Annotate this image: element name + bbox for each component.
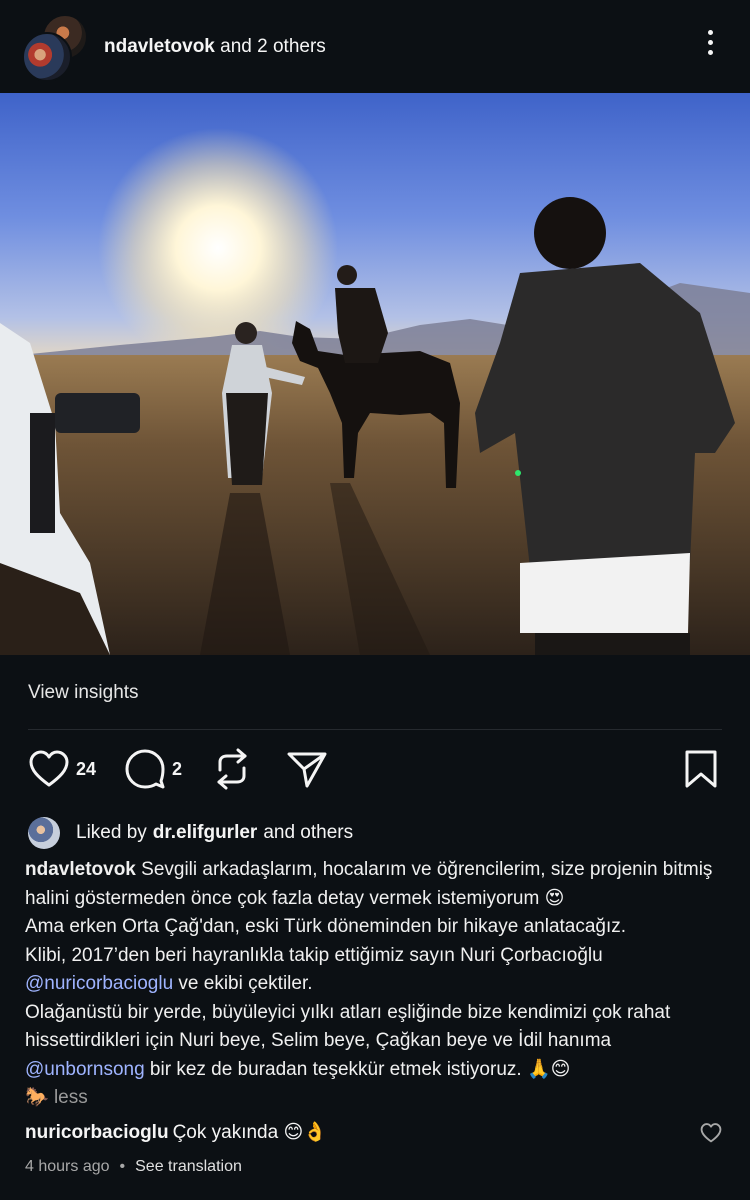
heart-icon — [29, 750, 69, 787]
comment-button[interactable]: 2 — [124, 745, 182, 793]
comment-item: nuricorbacioglu Çok yakında 😊👌 — [25, 1120, 725, 1144]
comment-count[interactable]: 2 — [172, 759, 182, 780]
mention-link[interactable]: @unbornsong — [25, 1059, 145, 1080]
like-count[interactable]: 24 — [76, 759, 96, 780]
liked-by[interactable]: Liked by dr.elifgurler and others — [28, 815, 353, 851]
see-translation-link[interactable]: See translation — [135, 1158, 242, 1175]
share-button[interactable] — [286, 745, 328, 793]
owner-username[interactable]: ndavletovok — [104, 36, 215, 57]
caption-text: Ama erken Orta Çağ'dan, eski Türk dönemi… — [25, 916, 627, 937]
save-button[interactable] — [684, 745, 718, 793]
action-bar: 24 2 — [0, 745, 750, 795]
caption-username[interactable]: ndavletovok — [25, 859, 136, 880]
post-photo[interactable] — [0, 93, 750, 655]
post-owner[interactable]: ndavletovok and 2 others — [104, 36, 326, 58]
liked-by-prefix: Liked by — [76, 822, 147, 843]
avatar — [22, 32, 72, 82]
divider — [28, 729, 722, 730]
photo-scene — [0, 128, 750, 655]
comment-username[interactable]: nuricorbacioglu — [25, 1122, 169, 1143]
comment-like-button[interactable] — [700, 1123, 722, 1148]
owner-suffix[interactable]: and 2 others — [215, 36, 326, 57]
repost-button[interactable] — [212, 745, 252, 793]
repost-icon — [217, 748, 247, 790]
caption-text: Olağanüstü bir yerde, büyüleyici yılkı a… — [25, 1001, 671, 1052]
mention-link[interactable]: @nuricorbacioglu — [25, 973, 173, 994]
post-caption: ndavletovok Sevgili arkadaşlarım, hocala… — [25, 856, 730, 1113]
caption-text: Klibi, 2017’den beri hayranlıkla takip e… — [25, 944, 603, 966]
view-insights-link[interactable]: View insights — [28, 682, 139, 704]
comment-text: Çok yakında 😊👌 — [172, 1122, 327, 1143]
comment-icon — [125, 749, 165, 789]
less-link[interactable]: less — [49, 1087, 88, 1108]
post-header: ndavletovok and 2 others — [0, 0, 750, 92]
collab-avatars[interactable] — [22, 14, 88, 82]
post-meta: 4 hours ago • See translation — [25, 1158, 242, 1176]
caption-text: bir kez de buradan teşekkür etmek istiyo… — [144, 1058, 571, 1080]
more-vertical-icon[interactable] — [700, 30, 720, 64]
rider — [335, 288, 388, 363]
post-time: 4 hours ago — [25, 1158, 110, 1175]
liked-by-suffix[interactable]: and others — [263, 822, 353, 844]
camera-gimbal — [55, 393, 140, 433]
bookmark-icon — [685, 750, 717, 788]
caption-text: ve ekibi çektiler. — [173, 973, 313, 994]
horse-emoji: 🐎 — [25, 1087, 49, 1108]
like-button[interactable]: 24 — [28, 745, 96, 793]
separator: • — [119, 1158, 126, 1175]
liked-by-user[interactable]: dr.elifgurler — [153, 822, 258, 844]
send-icon — [287, 752, 327, 788]
heart-icon — [700, 1123, 722, 1143]
avatar — [28, 817, 60, 849]
